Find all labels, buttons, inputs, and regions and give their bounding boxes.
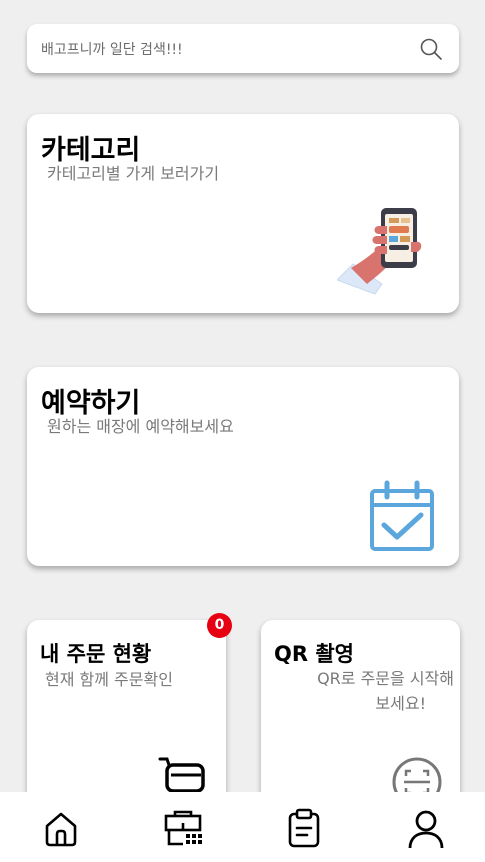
store-icon — [164, 810, 202, 846]
reservation-subtitle: 원하는 매장에 예약해보세요 — [47, 417, 234, 436]
order-count-badge: 0 — [207, 613, 232, 638]
search-input[interactable]: 배고프니까 일단 검색!!! — [41, 39, 183, 59]
phone-in-hand-illustration — [337, 208, 422, 295]
orders-subtitle: 현재 함께 주문확인 — [45, 670, 173, 689]
qr-subtitle-line-1: QR로 주문을 시작해 — [317, 669, 454, 688]
home-icon — [45, 812, 77, 847]
qr-subtitle-line-2: 보세요! — [375, 694, 426, 713]
search-icon[interactable] — [419, 37, 443, 61]
bottom-navigation — [0, 792, 485, 862]
search-bar[interactable]: 배고프니까 일단 검색!!! — [27, 24, 459, 73]
qr-subtitle: QR로 주문을 시작해 보세요! — [261, 666, 454, 716]
clipboard-icon — [288, 808, 320, 848]
qr-title: QR 촬영 — [274, 642, 354, 666]
nav-home[interactable] — [39, 806, 83, 850]
nav-store[interactable] — [161, 806, 205, 850]
nav-profile[interactable] — [404, 806, 448, 850]
orders-title: 내 주문 현황 — [40, 642, 152, 666]
user-icon — [408, 810, 444, 849]
category-card[interactable]: 카테고리 카테고리별 가게 보러가기 — [27, 114, 459, 313]
category-subtitle: 카테고리별 가게 보러가기 — [47, 164, 220, 183]
calendar-check-icon — [370, 480, 434, 551]
reservation-card[interactable]: 예약하기 원하는 매장에 예약해보세요 — [27, 367, 459, 566]
nav-orders[interactable] — [282, 806, 326, 850]
cart-icon — [158, 757, 205, 793]
